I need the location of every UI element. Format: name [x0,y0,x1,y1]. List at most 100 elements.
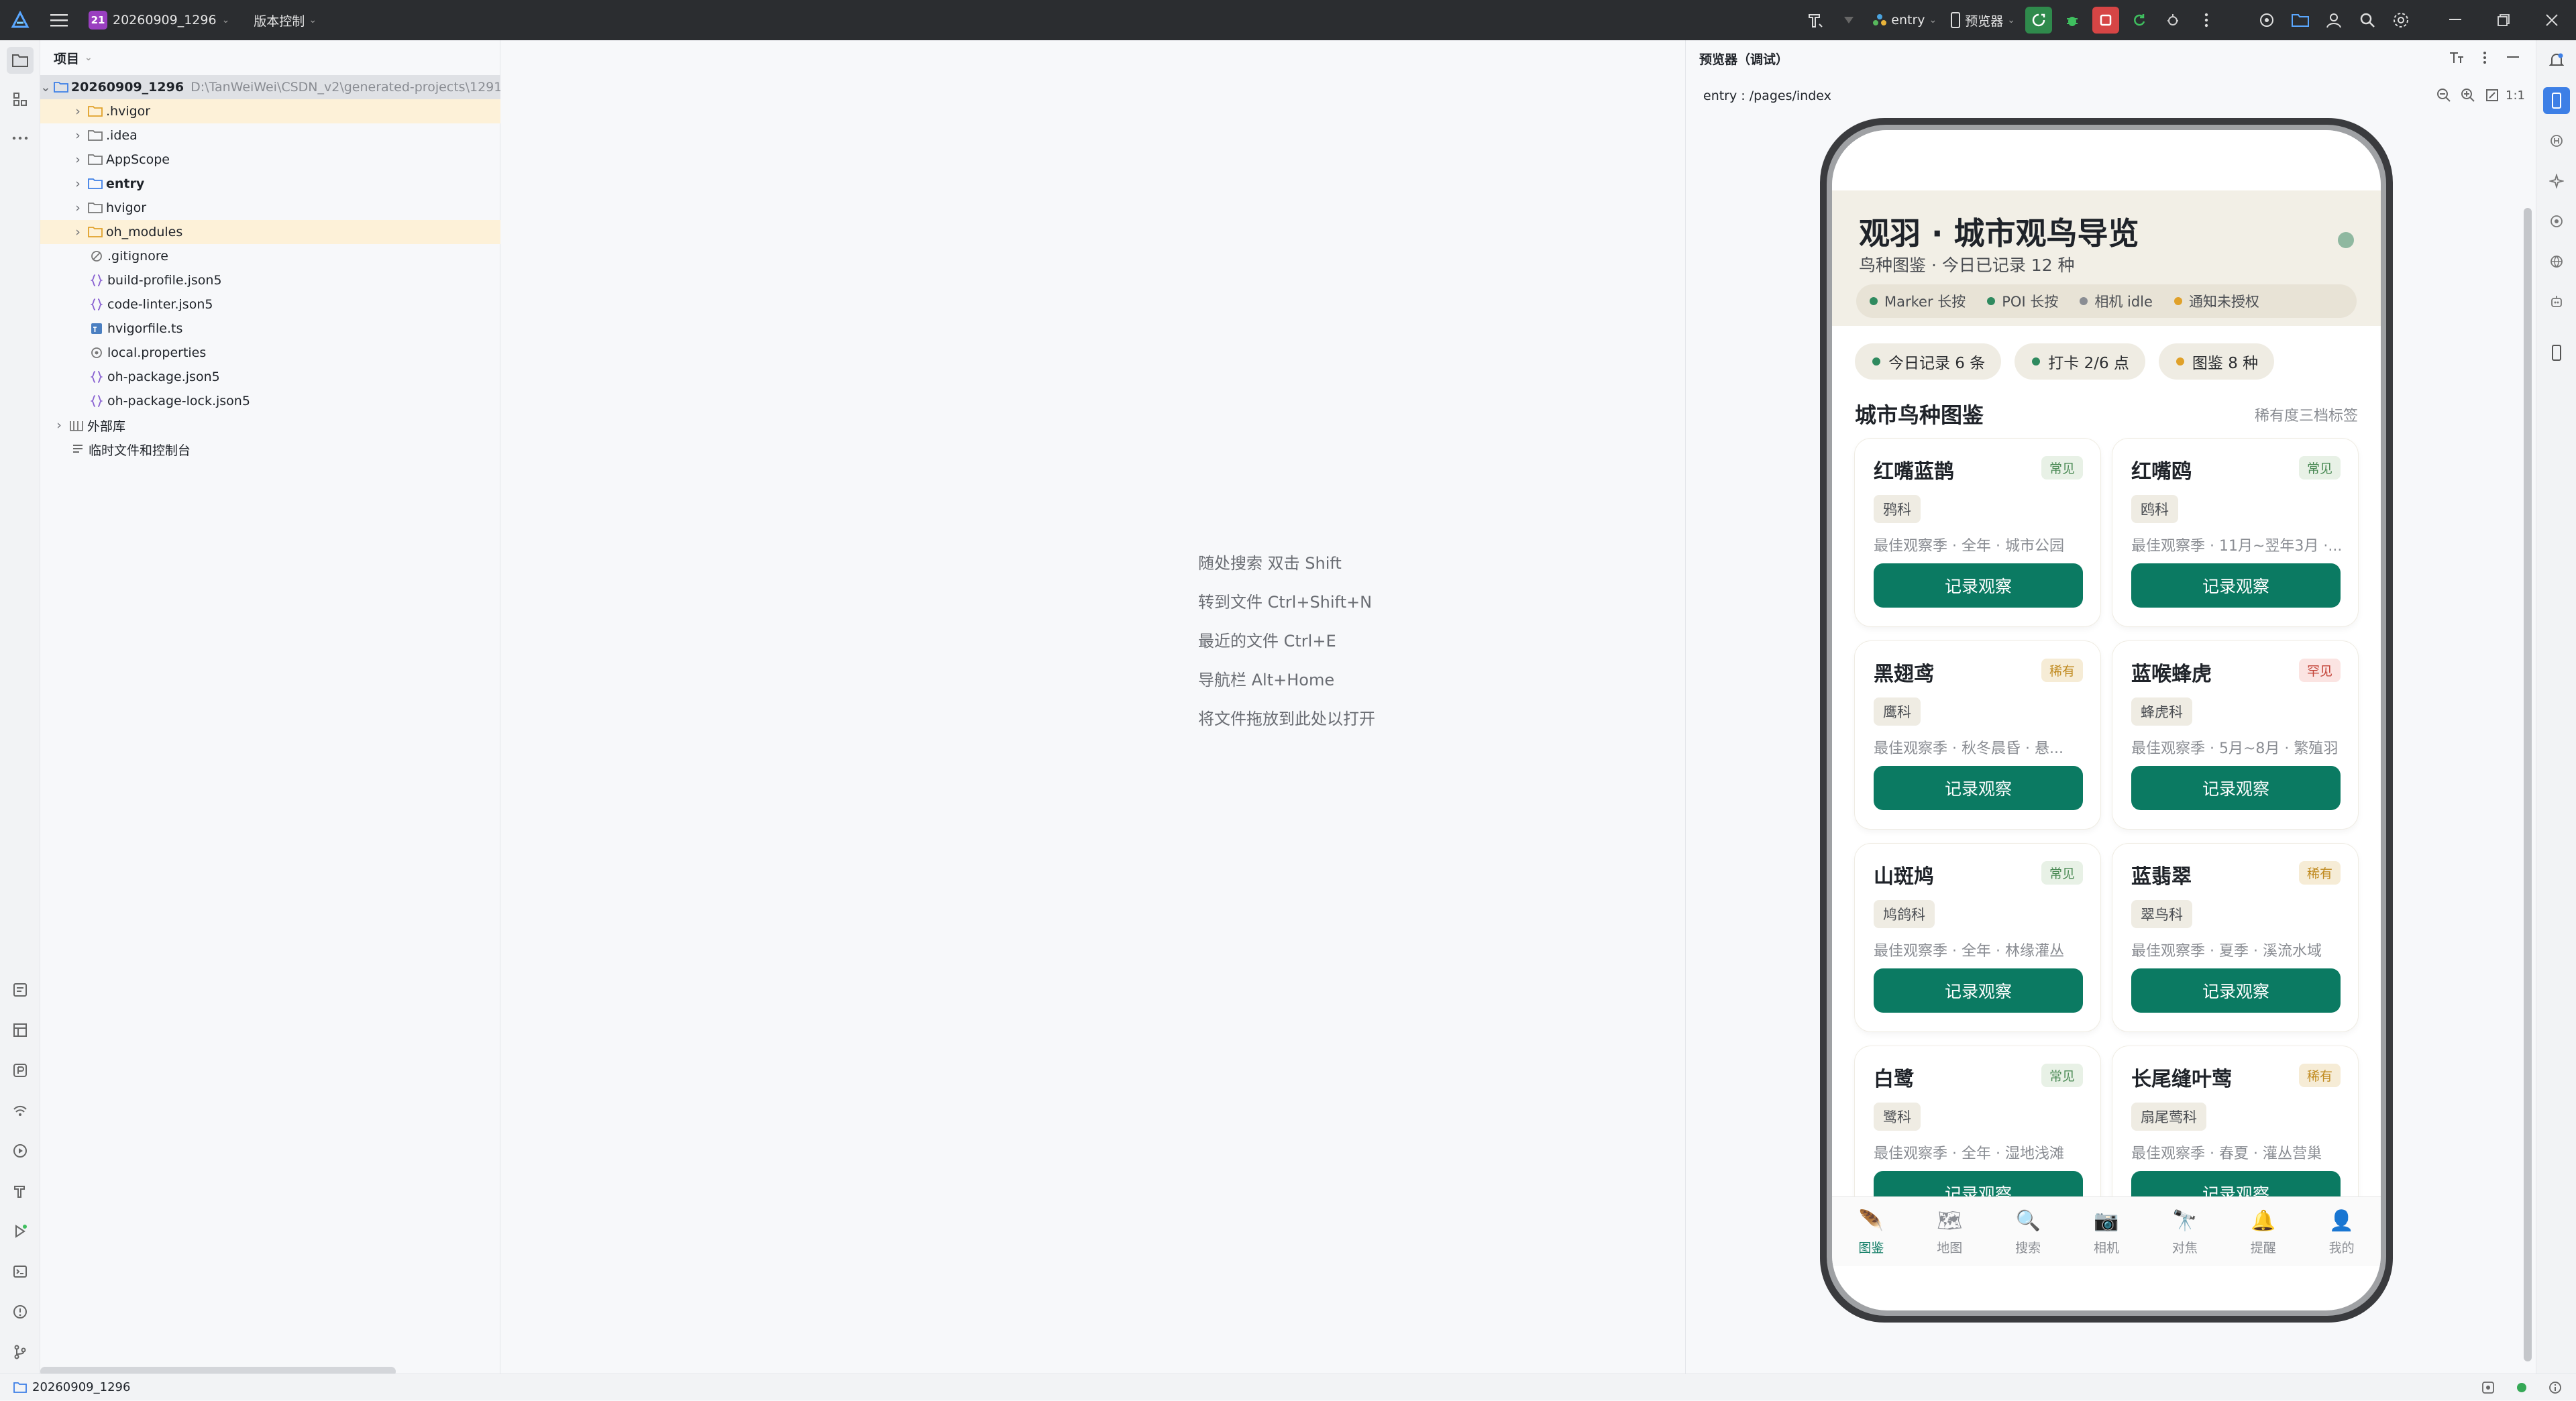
scratches-and-consoles[interactable]: 临时文件和控制台 [40,437,500,461]
record-observation-button[interactable]: 记录观察 [2131,563,2341,608]
nav-tab[interactable]: 📷 相机 [2068,1197,2146,1266]
log-icon[interactable] [7,976,34,1003]
project-panel-header[interactable]: 项目 ⌄ [40,40,500,75]
plugin-icon[interactable] [2481,1380,2496,1395]
chevron-right-icon[interactable]: › [71,128,85,143]
tree-item[interactable]: › oh_modules [40,220,500,244]
external-libraries[interactable]: › 外部库 [40,413,500,437]
close-icon[interactable] [2528,0,2576,40]
status-chip[interactable]: 通知未授权 [2174,291,2265,311]
chevron-right-icon[interactable]: › [71,225,85,239]
profiler-icon[interactable] [7,1057,34,1084]
tree-item[interactable]: local.properties [40,341,500,365]
more-horizontal-icon[interactable] [7,125,34,152]
settings-gear-icon[interactable] [2384,0,2418,40]
chevron-right-icon[interactable]: › [71,104,85,119]
info-icon[interactable] [2548,1380,2563,1395]
chevron-right-icon[interactable]: › [71,152,85,167]
chevron-down-icon[interactable]: ⌄ [40,80,51,95]
zoom-out-icon[interactable] [2433,85,2455,106]
more-vertical-icon[interactable] [2473,46,2497,70]
tree-item[interactable]: › hvigor [40,196,500,220]
tree-item[interactable]: oh-package-lock.json5 [40,389,500,413]
record-observation-button[interactable]: 记录观察 [2131,968,2341,1013]
status-project-name[interactable]: 20260909_1296 [32,1380,130,1394]
hammer-build-icon[interactable] [1799,0,1832,40]
harmony-icon[interactable] [2543,127,2570,154]
search-icon[interactable] [2351,0,2384,40]
nav-tab[interactable]: 👤 我的 [2302,1197,2381,1266]
species-card[interactable]: 山斑鸠 常见 鸠鸽科 最佳观察季 · 全年 · 林缘灌丛 记录观察 [1855,844,2100,1031]
nav-tab[interactable]: 🔍 搜索 [1989,1197,2068,1266]
git-icon[interactable] [7,1339,34,1365]
attach-debugger-icon[interactable] [2159,7,2186,34]
version-control-menu[interactable]: 版本控制 ⌄ [254,11,317,30]
tree-item[interactable]: oh-package.json5 [40,365,500,389]
chevron-right-icon[interactable]: › [52,418,66,433]
project-switcher[interactable]: 21 20260909_1296 ⌄ [83,7,235,34]
globe-icon[interactable] [2543,248,2570,275]
run-panel-icon[interactable] [7,1218,34,1245]
open-folder-icon[interactable] [2284,0,2317,40]
robot-icon[interactable] [2543,288,2570,315]
species-card[interactable]: 黑翅鸢 稀有 鹰科 最佳观察季 · 秋冬晨昏 · 悬... 记录观察 [1855,641,2100,829]
main-menu-icon[interactable] [40,0,78,40]
nav-tab[interactable]: 🔭 对焦 [2145,1197,2224,1266]
tree-item[interactable]: build-profile.json5 [40,268,500,292]
device-manager-icon[interactable] [2250,0,2284,40]
tree-root[interactable]: ⌄ 20260909_1296 D:\TanWeiWei\CSDN_v2\gener… [40,75,500,99]
problems-icon[interactable] [7,1298,34,1325]
services-icon[interactable] [7,1137,34,1164]
fit-screen-icon[interactable] [2481,85,2503,106]
ai-assistant-icon[interactable] [2543,168,2570,194]
restore-icon[interactable] [2479,0,2528,40]
tree-item[interactable]: hvigorfile.ts [40,317,500,341]
minimize-panel-icon[interactable] [2501,46,2525,70]
project-view-icon[interactable] [7,47,34,74]
tree-item[interactable]: › entry [40,172,500,196]
device-select[interactable]: 预览器 ⌄ [1943,0,2022,40]
status-chip[interactable]: POI 长按 [1987,291,2063,311]
table-icon[interactable] [7,1017,34,1044]
record-observation-button[interactable]: 记录观察 [1874,563,2083,608]
network-icon[interactable] [7,1097,34,1124]
notifications-icon[interactable] [2543,47,2570,74]
nav-tab[interactable]: 🪶 图鉴 [1832,1197,1911,1266]
run-icon[interactable] [2025,7,2052,34]
nav-tab[interactable]: 🔔 提醒 [2224,1197,2302,1266]
tree-item[interactable]: .gitignore [40,244,500,268]
nav-tab[interactable]: 🗺 地图 [1911,1197,1989,1266]
build-icon[interactable] [7,1178,34,1204]
status-chip[interactable]: Marker 长按 [1870,291,1971,311]
tree-item[interactable]: › .hvigor [40,99,500,123]
species-card[interactable]: 蓝喉蜂虎 罕见 蜂虎科 最佳观察季 · 5月~8月 · 繁殖羽 记录观察 [2112,641,2358,829]
app-logo-icon[interactable] [0,0,40,40]
account-icon[interactable] [2317,0,2351,40]
terminal-icon[interactable] [7,1258,34,1285]
species-card[interactable]: 红嘴鸥 常见 鸥科 最佳观察季 · 11月~翌年3月 ·... 记录观察 [2112,439,2358,626]
status-chip[interactable]: 相机 idle [2080,291,2158,311]
inspector-icon[interactable] [2543,208,2570,235]
species-card[interactable]: 蓝翡翠 稀有 翠鸟科 最佳观察季 · 夏季 · 溪流水域 记录观察 [2112,844,2358,1031]
chevron-right-icon[interactable]: › [71,176,85,191]
more-vertical-icon[interactable] [2193,7,2220,34]
stop-icon[interactable] [2092,7,2119,34]
tree-item[interactable]: › .idea [40,123,500,148]
record-observation-button[interactable]: 记录观察 [1874,766,2083,810]
record-observation-button[interactable]: 记录观察 [1874,968,2083,1013]
device-icon[interactable] [2543,339,2570,366]
previewer-toggle-icon[interactable] [2543,87,2570,114]
font-size-icon[interactable] [2445,46,2469,70]
debug-icon[interactable] [2059,7,2086,34]
zoom-ratio[interactable]: 1:1 [2506,89,2525,103]
restart-icon[interactable] [2126,7,2153,34]
zoom-in-icon[interactable] [2457,85,2479,106]
run-config-select[interactable]: entry ⌄ [1866,0,1943,40]
vertical-scrollbar[interactable] [2524,208,2532,1361]
chevron-right-icon[interactable]: › [71,201,85,215]
tree-item[interactable]: › AppScope [40,148,500,172]
health-status-icon[interactable] [2516,1382,2528,1394]
structure-icon[interactable] [7,86,34,113]
species-card[interactable]: 红嘴蓝鹊 常见 鸦科 最佳观察季 · 全年 · 城市公园 记录观察 [1855,439,2100,626]
sync-icon[interactable] [1832,0,1866,40]
